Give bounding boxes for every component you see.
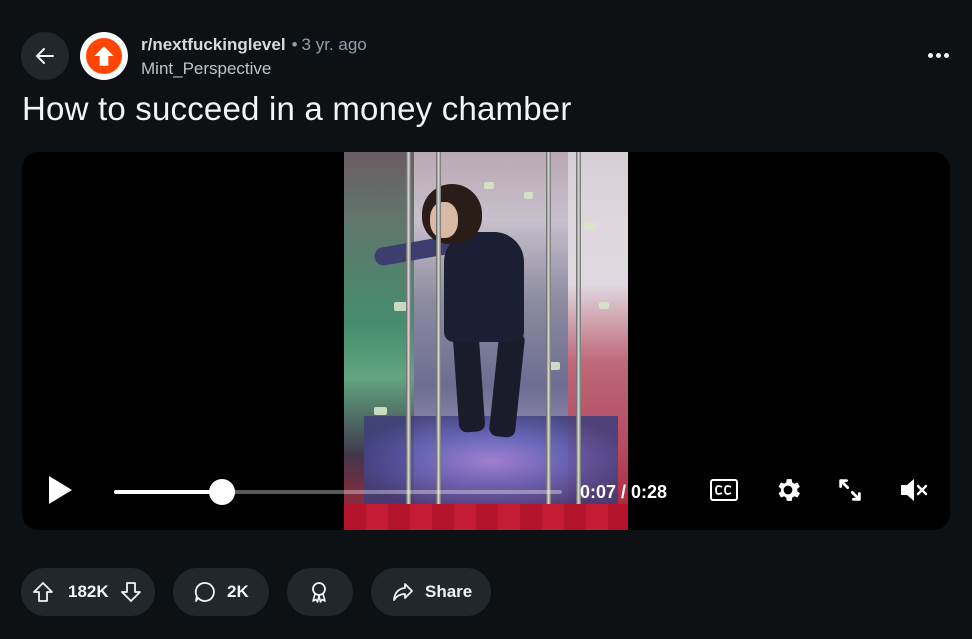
upvote-icon[interactable]: [31, 580, 55, 604]
captions-button[interactable]: [706, 472, 742, 508]
arrow-left-icon: [36, 48, 54, 64]
seek-bar[interactable]: [114, 479, 562, 505]
subreddit-link[interactable]: r/nextfuckinglevel: [141, 35, 286, 54]
post-page: r/nextfuckinglevel • 3 yr. ago Mint_Perspe…: [0, 0, 972, 639]
comments-button[interactable]: 2K: [173, 568, 269, 616]
author-link[interactable]: Mint_Perspective: [141, 59, 271, 79]
mute-button[interactable]: [896, 472, 932, 508]
subreddit-avatar[interactable]: [80, 32, 128, 80]
post-title: How to succeed in a money chamber: [22, 90, 572, 127]
vote-count: 182K: [68, 582, 109, 601]
video-player[interactable]: 0:07 / 0:28: [22, 152, 950, 530]
cc-icon: [710, 479, 738, 501]
back-button[interactable]: [21, 32, 69, 80]
subreddit-logo: [86, 38, 122, 74]
comment-count: 2K: [227, 582, 249, 601]
award-button[interactable]: [287, 568, 353, 616]
fullscreen-button[interactable]: [832, 472, 868, 508]
share-button[interactable]: Share: [371, 568, 491, 616]
muted-speaker-icon: [901, 479, 928, 501]
comment-icon: [194, 582, 215, 602]
vote-pill: 182K: [21, 568, 155, 616]
more-options-button[interactable]: [918, 40, 958, 70]
seek-bar-progress: [114, 490, 222, 494]
award-icon: [312, 582, 326, 603]
video-controls: 0:07 / 0:28: [22, 450, 950, 530]
expand-icon: [839, 479, 861, 501]
time-display: 0:07 / 0:28: [580, 482, 668, 502]
play-icon: [49, 476, 72, 504]
share-label: Share: [425, 582, 473, 601]
settings-button[interactable]: [770, 472, 806, 508]
share-icon: [393, 583, 413, 601]
play-button[interactable]: [40, 470, 80, 510]
post-meta: r/nextfuckinglevel • 3 yr. ago: [141, 35, 367, 55]
seek-bar-handle[interactable]: [208, 479, 235, 505]
downvote-icon[interactable]: [119, 580, 143, 604]
upvote-arrow-logo-icon: [94, 46, 114, 66]
meta-separator: •: [291, 35, 298, 54]
ellipsis-icon: [927, 52, 933, 58]
post-age: 3 yr. ago: [301, 35, 367, 54]
gear-icon: [778, 479, 800, 501]
